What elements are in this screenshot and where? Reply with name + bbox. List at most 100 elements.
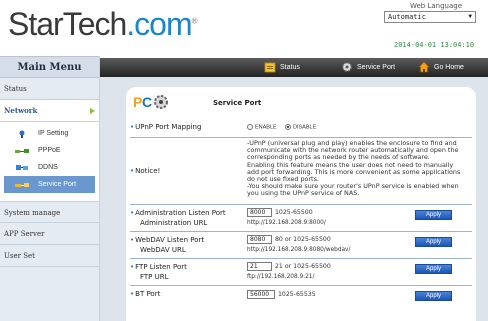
svg-text:P: P: [133, 94, 142, 110]
admin-port-range: 1025-65500: [275, 209, 313, 216]
network-submenu: IP Setting PPPoE DDNS Service Port: [0, 122, 99, 201]
divider: [130, 137, 472, 138]
startech-logo: StarTech.com®: [8, 6, 198, 42]
bt-port-row: •BT Port 56000 1025-65535 Apply: [130, 287, 472, 303]
webdav-port-label-text: WebDAV Listen Port: [135, 236, 205, 244]
network-icon: [19, 130, 25, 138]
service-port-icon: [15, 183, 29, 187]
service-port-panel: P C Service Port •UPnP Port Mapping ENAB…: [126, 87, 476, 321]
radio-checked-icon: [285, 124, 291, 130]
divider: [130, 258, 472, 259]
top-nav-bar: Status Service Port Go Home: [100, 58, 488, 77]
dropdown-arrow-icon: ▼: [468, 13, 472, 20]
sidebar-item-user-set[interactable]: User Set: [0, 245, 99, 267]
webdav-url-link[interactable]: http://192.168.208.9:8080/webdav/: [247, 247, 350, 253]
upnp-row: •UPnP Port Mapping ENABLE DISABLE: [130, 123, 472, 137]
web-language-label: Web Language: [409, 2, 463, 10]
svg-text:C: C: [142, 94, 152, 110]
upnp-enable-radio[interactable]: ENABLE: [247, 124, 277, 130]
home-icon: [418, 61, 430, 73]
expanded-arrow-icon: [90, 108, 95, 114]
sidebar-item-app-server[interactable]: APP Server: [0, 223, 99, 245]
ftp-port-input[interactable]: 21: [247, 262, 272, 271]
submenu-label: PPPoE: [38, 147, 61, 154]
submenu-item-pppoe[interactable]: PPPoE: [0, 142, 99, 159]
submenu-spacer: [0, 193, 99, 199]
nav-service-port-label: Service Port: [357, 64, 396, 71]
content-area: P C Service Port •UPnP Port Mapping ENAB…: [100, 77, 488, 321]
notice-label-text: Notice!: [135, 167, 161, 175]
webdav-apply-button[interactable]: Apply: [415, 237, 452, 247]
admin-port-input[interactable]: 8000: [247, 208, 272, 217]
submenu-item-ip-setting[interactable]: IP Setting: [0, 125, 99, 142]
notice-line: you using the UPnP service of NAS.: [247, 189, 360, 198]
upnp-label-text: UPnP Port Mapping: [135, 123, 202, 131]
system-datetime: 2014-04-01 13:04:10: [394, 41, 475, 49]
bt-port-label: •BT Port: [130, 290, 160, 298]
admin-port-label: •Administration Listen Port: [130, 209, 226, 217]
panel-title: Service Port: [213, 99, 262, 107]
ddns-icon: [16, 165, 28, 170]
bullet-icon: •: [130, 290, 135, 298]
sidebar-item-label: Status: [4, 85, 27, 93]
webdav-url-label: WebDAV URL: [140, 246, 186, 254]
pc-gear-icon: P C: [133, 94, 168, 110]
notice-text: -UPnP (universal plug and play) enables …: [247, 139, 473, 198]
upnp-enable-label: ENABLE: [255, 124, 277, 131]
ftp-port-row: •FTP Listen Port FTP URL 21 21 or 1025-6…: [130, 260, 472, 284]
sidebar-item-status[interactable]: Status: [0, 78, 99, 100]
language-value: Automatic: [388, 13, 426, 21]
submenu-item-ddns[interactable]: DDNS: [0, 159, 99, 176]
admin-port-row: •Administration Listen Port Administrati…: [130, 206, 472, 230]
submenu-label: DDNS: [38, 164, 58, 171]
bullet-icon: •: [130, 209, 135, 217]
upnp-disable-label: DISABLE: [293, 124, 317, 131]
submenu-label: Service Port: [38, 181, 77, 188]
logo-text: StarTech: [8, 6, 127, 42]
upnp-disable-radio[interactable]: DISABLE: [285, 124, 316, 130]
bt-port-input[interactable]: 56000: [247, 290, 275, 299]
sidebar: Main Menu Status Network IP Setting PPPo…: [0, 56, 100, 321]
admin-url-link[interactable]: http://192.168.208.9:8000/: [247, 220, 326, 226]
nav-status-label: Status: [280, 64, 300, 71]
sidebar-item-label: User Set: [4, 252, 35, 260]
ftp-url-label: FTP URL: [140, 273, 169, 281]
notice-row: •Notice! -UPnP (universal plug and play)…: [130, 139, 472, 203]
admin-url-label: Administration URL: [140, 219, 208, 227]
webdav-port-row: •WebDAV Listen Port WebDAV URL 8080 80 o…: [130, 233, 472, 257]
submenu-item-service-port[interactable]: Service Port: [4, 176, 95, 193]
sidebar-item-label: System manage: [4, 209, 61, 217]
submenu-label: IP Setting: [38, 130, 69, 137]
admin-apply-button[interactable]: Apply: [415, 210, 452, 220]
nav-go-home-button[interactable]: Go Home: [418, 58, 464, 77]
bt-port-range: 1025-65535: [278, 291, 316, 298]
ftp-port-label: •FTP Listen Port: [130, 263, 187, 271]
logo-domain: .com: [126, 6, 192, 42]
nav-status-button[interactable]: Status: [264, 58, 300, 77]
status-icon: [264, 62, 276, 73]
bt-apply-button[interactable]: Apply: [415, 291, 452, 301]
webdav-port-range: 80 or 1025-65500: [275, 236, 331, 243]
ftp-apply-button[interactable]: Apply: [415, 264, 452, 274]
divider: [130, 285, 472, 286]
nav-go-home-label: Go Home: [434, 64, 464, 71]
ftp-port-range: 21 or 1025-65500: [275, 263, 331, 270]
webdav-port-label: •WebDAV Listen Port: [130, 236, 204, 244]
nav-service-port-button[interactable]: Service Port: [341, 58, 395, 77]
bullet-icon: •: [130, 167, 135, 175]
sidebar-item-system-manage[interactable]: System manage: [0, 201, 99, 223]
bullet-icon: •: [130, 263, 135, 271]
divider: [130, 231, 472, 232]
webdav-port-input[interactable]: 8080: [247, 235, 272, 244]
ftp-port-label-text: FTP Listen Port: [135, 263, 187, 271]
admin-port-label-text: Administration Listen Port: [135, 209, 226, 217]
logo-trademark: ®: [191, 16, 198, 26]
radio-circle-icon: [247, 124, 253, 130]
notice-label: •Notice!: [130, 167, 160, 175]
language-select[interactable]: Automatic ▼: [384, 11, 476, 23]
sidebar-item-label: APP Server: [4, 230, 45, 238]
ftp-url-link[interactable]: ftp://192.168.208.9:21/: [247, 274, 314, 280]
sidebar-item-network[interactable]: Network: [0, 100, 99, 122]
bullet-icon: •: [130, 236, 135, 244]
bt-port-label-text: BT Port: [135, 290, 161, 298]
